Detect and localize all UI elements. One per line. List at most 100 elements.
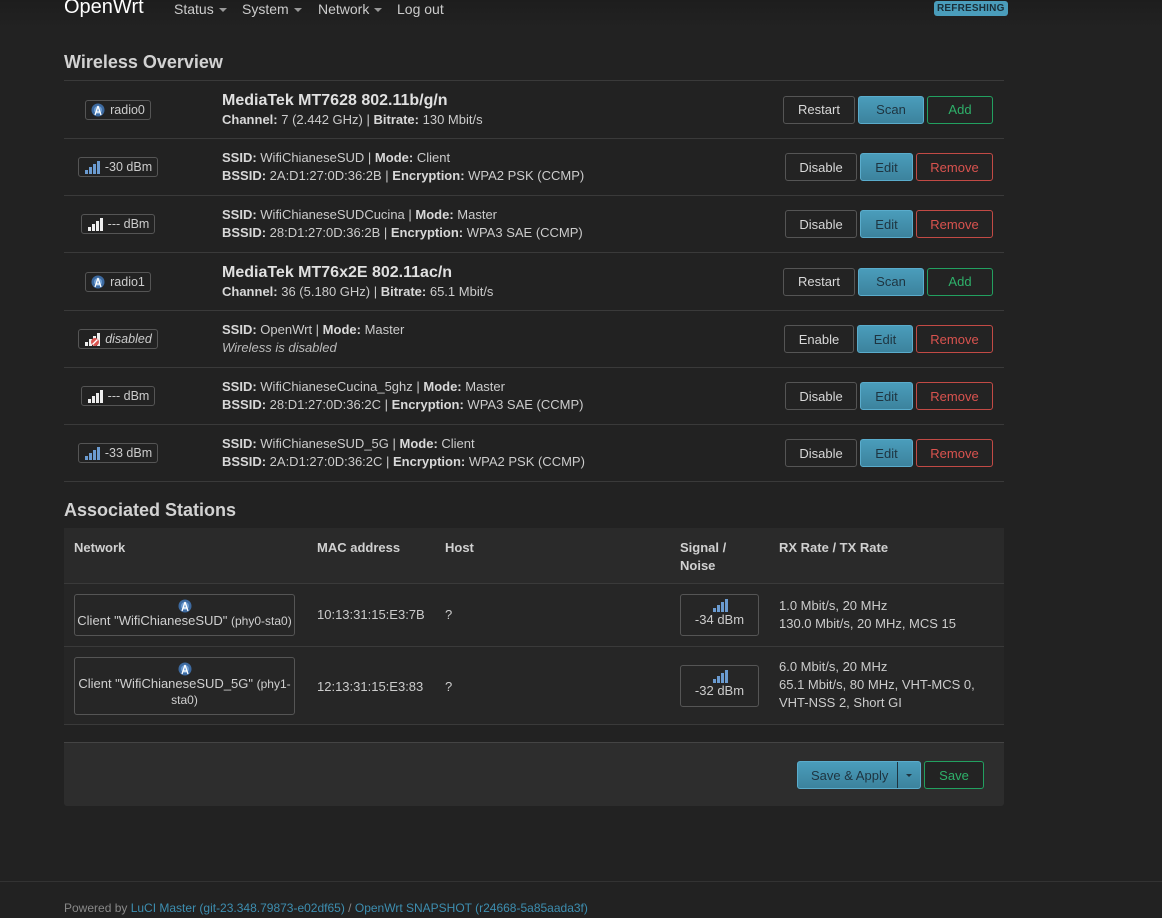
info-line-1: SSID: WifiChianeseSUD_5G | Mode: Client xyxy=(222,435,585,453)
menu-system[interactable]: System xyxy=(242,1,302,17)
signal-strength-icon xyxy=(681,599,758,612)
footer-separator: / xyxy=(344,901,355,915)
disable-button[interactable]: Disable xyxy=(785,382,857,410)
table-row: Client "WifiChianeseSUD" (phy0-sta0) 10:… xyxy=(64,584,1004,647)
save-apply-dropdown[interactable] xyxy=(897,762,920,788)
info-line-2: Channel: 7 (2.442 GHz) | Bitrate: 130 Mb… xyxy=(222,111,483,129)
edit-button[interactable]: Edit xyxy=(860,210,913,238)
row-actions: Disable Edit Remove xyxy=(785,139,993,195)
save-apply-button[interactable]: Save & Apply xyxy=(797,761,921,789)
info-key: Encryption: xyxy=(390,225,464,240)
signal-badge: -33 dBm xyxy=(77,443,159,463)
signal-value: -32 dBm xyxy=(694,683,745,698)
remove-button[interactable]: Remove xyxy=(916,382,993,410)
info-line-2: BSSID: 28:D1:27:0D:36:2C | Encryption: W… xyxy=(222,396,583,414)
network-info: SSID: OpenWrt | Mode: Master Wireless is … xyxy=(222,311,404,367)
col-host: Host xyxy=(445,540,474,555)
row-actions: Restart Scan Add xyxy=(783,253,993,310)
badge-cell: --- dBm xyxy=(64,368,172,424)
disable-button[interactable]: Disable xyxy=(785,210,857,238)
remove-button[interactable]: Remove xyxy=(916,210,993,238)
add-button[interactable]: Add xyxy=(927,95,993,124)
info-value: Master xyxy=(453,207,498,222)
badge-cell: -30 dBm xyxy=(64,139,172,195)
network-name: Client "WifiChianeseSUD" xyxy=(77,613,228,628)
network-info: MediaTek MT7628 802.11b/g/n Channel: 7 (2… xyxy=(222,81,483,138)
host: ? xyxy=(445,679,453,694)
edit-button[interactable]: Edit xyxy=(860,382,913,410)
badge-label: radio1 xyxy=(110,274,145,289)
page-footer: Powered by LuCI Master (git-23.348.79873… xyxy=(0,881,1162,918)
info-key: SSID: xyxy=(222,150,257,165)
info-key: SSID: xyxy=(222,436,257,451)
luci-link[interactable]: LuCI Master (git-23.348.79873-e02df65) xyxy=(131,901,345,915)
signal-none-icon xyxy=(87,389,103,403)
rx-rate: 6.0 Mbit/s, 20 MHz xyxy=(779,659,888,674)
menu-logout[interactable]: Log out xyxy=(397,1,444,17)
row-actions: Enable Edit Remove xyxy=(784,311,993,367)
network-info: SSID: WifiChianeseSUD | Mode: Client BSSI… xyxy=(222,139,584,195)
network-name: Client "WifiChianeseSUD_5G" xyxy=(78,676,254,691)
radio-badge: radio1 xyxy=(85,271,151,292)
scan-button[interactable]: Scan xyxy=(858,95,924,124)
openwrt-link[interactable]: OpenWrt SNAPSHOT (r24668-5a85aada3f) xyxy=(355,901,588,915)
wifi-radio-icon xyxy=(91,275,105,289)
info-key: Mode: xyxy=(374,150,414,165)
edit-button[interactable]: Edit xyxy=(857,325,913,353)
remove-button[interactable]: Remove xyxy=(916,439,993,467)
info-value: WifiChianeseCucina_5ghz | xyxy=(256,379,424,394)
info-value: 2A:D1:27:0D:36:2B | xyxy=(266,168,393,183)
form-actions: Save & Apply Save xyxy=(64,742,1004,806)
menu-status[interactable]: Status xyxy=(174,1,227,17)
wifi-radio-icon xyxy=(91,103,105,117)
info-key: Mode: xyxy=(399,436,438,451)
badge-label: radio0 xyxy=(110,102,145,117)
radio-title: MediaTek MT76x2E 802.11ac/n xyxy=(222,263,453,281)
caret-down-icon xyxy=(906,773,913,777)
rates: 1.0 Mbit/s, 20 MHz 130.0 Mbit/s, 20 MHz,… xyxy=(779,597,956,633)
menu-status-label: Status xyxy=(174,1,214,17)
signal-badge: --- dBm xyxy=(80,386,156,406)
wifi-network-row: --- dBm SSID: WifiChianeseSUDCucina | Mod… xyxy=(64,196,1004,253)
info-value: OpenWrt | xyxy=(256,322,323,337)
refreshing-badge[interactable]: REFRESHING xyxy=(934,1,1008,16)
disable-button[interactable]: Disable xyxy=(785,439,857,467)
remove-button[interactable]: Remove xyxy=(916,325,993,353)
radio-title: MediaTek MT7628 802.11b/g/n xyxy=(222,91,448,109)
restart-button[interactable]: Restart xyxy=(783,267,855,296)
info-key: BSSID: xyxy=(222,168,267,183)
col-signal: Signal / Noise xyxy=(680,540,727,573)
info-line-2: Channel: 36 (5.180 GHz) | Bitrate: 65.1 … xyxy=(222,283,493,301)
info-value: 28:D1:27:0D:36:2B | xyxy=(266,225,391,240)
badge-label: -30 dBm xyxy=(104,160,153,174)
badge-cell: -33 dBm xyxy=(64,425,172,481)
brand-logo[interactable]: OpenWrt xyxy=(64,0,144,19)
scan-button[interactable]: Scan xyxy=(858,267,924,296)
menu-network[interactable]: Network xyxy=(318,1,383,17)
remove-button[interactable]: Remove xyxy=(916,153,993,181)
network-badge: Client "WifiChianeseSUD_5G" (phy1-sta0) xyxy=(74,657,295,715)
edit-button[interactable]: Edit xyxy=(860,439,913,467)
edit-button[interactable]: Edit xyxy=(860,153,913,181)
disable-button[interactable]: Disable xyxy=(785,153,857,181)
add-button[interactable]: Add xyxy=(927,267,993,296)
network-device: (phy0-sta0) xyxy=(231,614,292,628)
radio-device-row: radio1 MediaTek MT76x2E 802.11ac/n Channel… xyxy=(64,253,1004,311)
signal-strength-icon xyxy=(84,160,100,174)
row-actions: Restart Scan Add xyxy=(783,81,993,138)
info-key: BSSID: xyxy=(222,225,267,240)
info-value: 28:D1:27:0D:36:2C | xyxy=(266,397,392,412)
tx-rate-cont: VHT-NSS 2, Short GI xyxy=(779,695,902,710)
network-badge: Client "WifiChianeseSUD" (phy0-sta0) xyxy=(74,594,295,636)
badge-cell: disabled xyxy=(64,311,172,367)
info-line-1: SSID: WifiChianeseSUD | Mode: Client xyxy=(222,149,584,167)
save-button[interactable]: Save xyxy=(924,761,984,789)
table-row: Client "WifiChianeseSUD_5G" (phy1-sta0) … xyxy=(64,647,1004,725)
restart-button[interactable]: Restart xyxy=(783,95,855,124)
info-key: BSSID: xyxy=(222,454,267,469)
associated-stations-title: Associated Stations xyxy=(64,500,237,520)
rx-rate: 1.0 Mbit/s, 20 MHz xyxy=(779,598,888,613)
signal-badge: -32 dBm xyxy=(680,665,759,707)
enable-button[interactable]: Enable xyxy=(784,325,854,353)
info-line-2: BSSID: 28:D1:27:0D:36:2B | Encryption: W… xyxy=(222,224,583,242)
